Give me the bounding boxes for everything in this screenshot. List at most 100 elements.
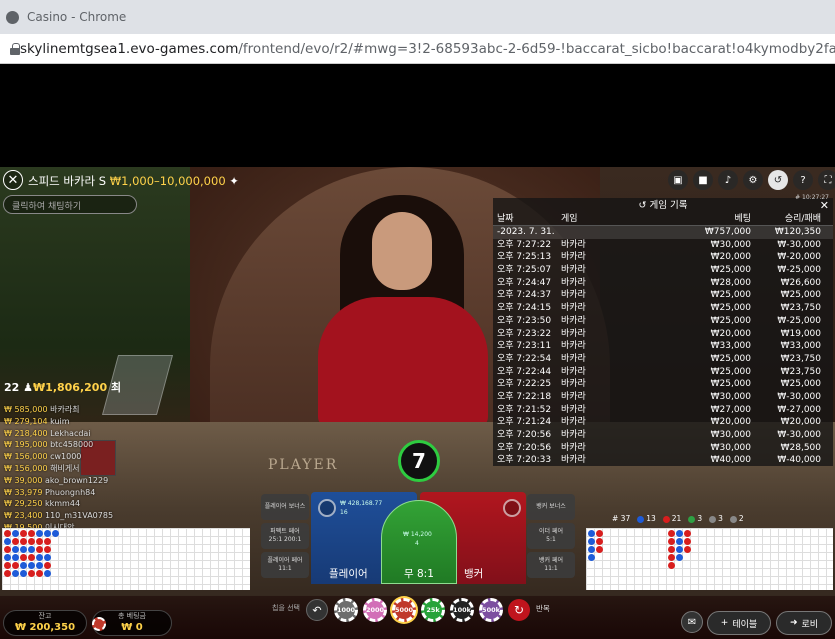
chat-input[interactable]: 클릭하여 채팅하기 [3,195,137,214]
player-pair-odds: 11:1 [278,565,292,572]
chip-1000[interactable]: 1000 [334,598,358,622]
history-row[interactable]: 오후 7:23:50 바카라 ₩25,000 ₩-25,000 [493,315,833,328]
either-pair-button[interactable]: 이더 페어 5:1 [527,523,575,549]
history-row[interactable]: 오후 7:20:33 바카라 ₩40,000 ₩-40,000 [493,454,833,467]
road-dot [4,554,11,561]
shoe-statistics[interactable]: # 37 13 21 3 3 2 [612,514,744,523]
history-row[interactable]: 오후 7:22:44 바카라 ₩25,000 ₩23,750 [493,366,833,379]
row-time: 오후 7:25:07 [497,265,552,276]
history-row[interactable]: 오후 7:23:22 바카라 ₩20,000 ₩19,000 [493,328,833,341]
row-time: 오후 7:23:11 [497,341,552,352]
history-row[interactable]: 오후 7:25:13 바카라 ₩20,000 ₩-20,000 [493,251,833,264]
globe-icon [6,10,19,24]
chip-2000[interactable]: 2000 [363,598,387,622]
sound-icon[interactable]: ♪ [718,170,738,190]
road-dot [20,562,27,569]
row-result: ₩26,600 [780,277,821,288]
row-result: ₩19,000 [780,328,821,339]
address-bar[interactable]: skylinemtgsea1.evo-games.com/frontend/ev… [0,34,835,64]
chip-25k[interactable]: 25k [421,598,445,622]
banker-label: 뱅커 [464,568,484,580]
history-row[interactable]: 오후 7:21:24 바카라 ₩20,000 ₩20,000 [493,416,833,429]
row-game: 바카라 [561,290,586,301]
row-result: ₩-40,000 [777,455,821,466]
messages-button[interactable]: ✉ [681,611,703,633]
banker-pair-button[interactable]: 뱅커 페어 11:1 [527,552,575,578]
perfect-pair-label: 퍼펙트 페어 [270,528,300,535]
history-clock-icon: ↺ [638,200,647,211]
history-date-row[interactable]: -2023. 7. 31. ₩757,000 ₩120,350 [493,226,833,239]
row-time: 오후 7:23:22 [497,328,552,339]
video-icon[interactable]: ■ [693,170,713,190]
big-road[interactable] [586,528,833,590]
stat-item: # 37 [612,514,630,523]
history-row[interactable]: 오후 7:21:52 바카라 ₩27,000 ₩-27,000 [493,404,833,417]
lobby-arrow-icon: ➜ [789,618,798,628]
bettor-amount: ₩ 29,250 [4,499,43,509]
history-row[interactable]: 오후 7:22:18 바카라 ₩30,000 ₩-30,000 [493,391,833,404]
player-pair-button[interactable]: 플레이어 페어 11:1 [261,552,309,578]
road-dot [20,570,27,577]
bead-road[interactable] [2,528,250,590]
person-icon: ♟ [23,381,34,394]
chat-icon[interactable]: ▣ [668,170,688,190]
row-bet: ₩30,000 [710,239,751,250]
banker-bonus-button[interactable]: 뱅커 보너스 [527,494,575,520]
road-dot [676,546,683,553]
row-result: ₩28,500 [780,442,821,453]
row-result: ₩20,000 [780,417,821,428]
history-row[interactable]: 오후 7:27:22 바카라 ₩30,000 ₩-30,000 [493,239,833,252]
bet-limits[interactable]: ₩1,000–10,000,000 [110,174,226,188]
row-bet: ₩20,000 [710,328,751,339]
undo-button[interactable]: ↶ [306,599,328,621]
road-dot [684,530,691,537]
road-dot [676,554,683,561]
lobby-button[interactable]: ➜ 로비 [776,611,832,635]
history-row[interactable]: 오후 7:23:11 바카라 ₩33,000 ₩33,000 [493,340,833,353]
stat-item: 13 [637,514,656,523]
stat-dot-icon [688,515,696,523]
chip-5000[interactable]: 5000 [392,598,416,622]
road-dot [28,530,35,537]
player-pair-label: 플레이어 페어 [267,557,303,564]
history-row[interactable]: 오후 7:25:07 바카라 ₩25,000 ₩-25,000 [493,264,833,277]
history-close-button[interactable]: ✕ [820,198,829,213]
perfect-pair-button[interactable]: 퍼펙트 페어 25:1 200:1 [261,523,309,549]
row-game: 바카라 [561,379,586,390]
help-icon[interactable]: ? [793,170,813,190]
fullscreen-icon[interactable]: ⛶ [818,170,835,190]
road-dot [28,570,35,577]
history-row[interactable]: 오후 7:20:56 바카라 ₩30,000 ₩28,500 [493,442,833,455]
history-row[interactable]: 오후 7:20:56 바카라 ₩30,000 ₩-30,000 [493,429,833,442]
row-bet: ₩20,000 [710,417,751,428]
table-button[interactable]: + 테이블 [707,611,771,635]
history-row[interactable]: 오후 7:24:37 바카라 ₩25,000 ₩25,000 [493,289,833,302]
row-game: 바카라 [561,430,586,440]
close-game-button[interactable]: ✕ [3,170,23,190]
banker-card-circle [503,499,521,517]
bettor-amount: ₩ 585,000 [4,405,48,414]
repeat-button[interactable]: ↻ [508,599,530,621]
date-row-bet: ₩757,000 [704,227,751,237]
player-bonus-button[interactable]: 플레이어 보너스 [261,494,309,520]
history-row[interactable]: 오후 7:24:47 바카라 ₩28,000 ₩26,600 [493,277,833,290]
history-icon[interactable]: ↺ [768,170,788,190]
road-dot [4,570,11,577]
perfect-pair-odds: 25:1 200:1 [268,536,302,543]
row-game: 바카라 [561,252,586,263]
url-text[interactable]: skylinemtgsea1.evo-games.com/frontend/ev… [20,41,835,57]
chip-100k[interactable]: 100k [450,598,474,622]
road-dot [12,554,19,561]
settings-icon[interactable]: ⚙ [743,170,763,190]
road-dot [44,530,51,537]
row-time: 오후 7:20:56 [497,442,552,453]
row-result: ₩-27,000 [777,404,821,415]
history-row[interactable]: 오후 7:22:54 바카라 ₩25,000 ₩23,750 [493,353,833,366]
row-result: ₩25,000 [780,379,821,390]
stat-value: # 37 [612,514,631,523]
chip-500k[interactable]: 500k [479,598,503,622]
history-row[interactable]: 오후 7:24:15 바카라 ₩25,000 ₩23,750 [493,302,833,315]
road-dot [44,570,51,577]
sparkle-icon: ✦ [229,174,239,188]
history-row[interactable]: 오후 7:22:25 바카라 ₩25,000 ₩25,000 [493,378,833,391]
